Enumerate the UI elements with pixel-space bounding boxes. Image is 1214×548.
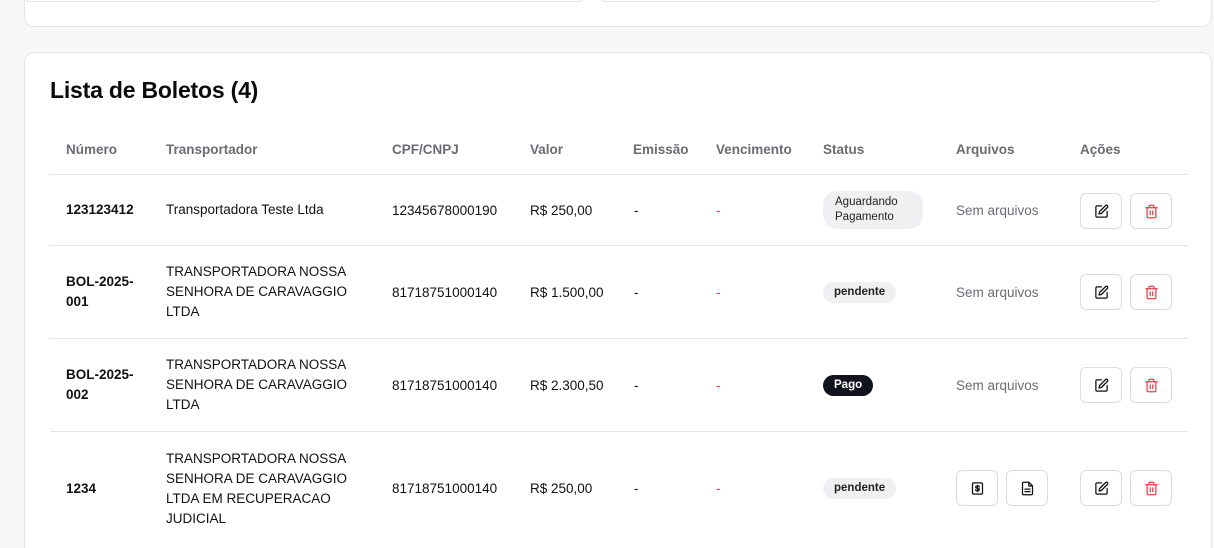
trash-icon [1144,204,1158,218]
document-icon [1021,481,1033,495]
row-vencimento: - [716,377,721,393]
row-emissao: - [634,481,639,496]
edit-button[interactable] [1080,470,1122,506]
row-emissao: - [634,202,639,218]
delete-button[interactable] [1130,470,1172,506]
row-emissao: - [634,284,639,300]
row-valor: R$ 250,00 [530,481,593,496]
boleto-file-button[interactable] [956,470,998,506]
col-acoes: Ações [1080,142,1121,157]
row-status-cell: Pago [823,339,874,431]
row-vencimento: - [716,481,721,496]
edit-button[interactable] [1080,367,1122,403]
row-numero: 1234 [66,480,97,496]
edit-icon [1094,285,1108,299]
row-emissao: - [634,377,639,393]
boletos-card: Lista de Boletos (4) Número Transportado… [24,52,1212,548]
col-cpf-cnpj: CPF/CNPJ [392,142,459,157]
document-file-button[interactable] [1006,470,1048,506]
filters-card [24,0,1212,27]
delete-button[interactable] [1130,193,1172,229]
col-status: Status [823,142,865,157]
table-row: 1234 TRANSPORTADORA NOSSA SENHORA DE CAR… [50,432,1188,545]
row-status-cell: pendente [823,432,897,545]
row-transportador: Transportadora Teste Ltda [166,202,324,217]
edit-button[interactable] [1080,193,1122,229]
page-title: Lista de Boletos (4) [50,77,259,103]
table-row: 123123412 Transportadora Teste Ltda 1234… [50,175,1188,246]
status-badge: Aguardando Pagamento [823,191,923,229]
edit-icon [1094,481,1108,495]
col-valor: Valor [530,142,564,157]
col-numero: Número [66,142,118,157]
table-row: BOL-2025-001 TRANSPORTADORA NOSSA SENHOR… [50,246,1188,339]
row-valor: R$ 2.300,50 [530,377,604,393]
trash-icon [1144,378,1158,392]
row-cnpj: 81718751000140 [392,284,498,300]
row-numero: 123123412 [66,202,134,217]
dollar-file-icon [971,481,983,495]
edit-icon [1094,378,1108,392]
row-arquivos: Sem arquivos [956,377,1039,393]
row-valor: R$ 250,00 [530,202,593,218]
row-numero: BOL-2025-001 [66,274,134,309]
row-transportador: TRANSPORTADORA NOSSA SENHORA DE CARAVAGG… [166,450,348,526]
trash-icon [1144,481,1158,495]
filter-input-right[interactable] [600,0,1162,2]
row-cnpj: 81718751000140 [392,377,498,393]
row-status-cell: pendente [823,246,897,338]
table-header: Número Transportador CPF/CNPJ Valor Emis… [50,135,1188,175]
col-arquivos: Arquivos [956,142,1015,157]
row-arquivos: Sem arquivos [956,202,1039,218]
status-badge: pendente [823,478,897,499]
col-transportador: Transportador [166,142,258,157]
row-valor: R$ 1.500,00 [530,284,604,300]
col-emissao: Emissão [633,142,689,157]
status-badge: Pago [823,374,874,396]
row-transportador: TRANSPORTADORA NOSSA SENHORA DE CARAVAGG… [166,264,348,319]
trash-icon [1144,285,1158,299]
table-row: BOL-2025-002 TRANSPORTADORA NOSSA SENHOR… [50,339,1188,432]
row-transportador: TRANSPORTADORA NOSSA SENHORA DE CARAVAGG… [166,357,348,412]
delete-button[interactable] [1130,367,1172,403]
row-numero: BOL-2025-002 [66,367,134,402]
row-cnpj: 12345678000190 [392,202,498,218]
row-vencimento: - [716,284,721,300]
edit-button[interactable] [1080,274,1122,310]
edit-icon [1094,204,1108,218]
filter-input-left[interactable] [24,0,584,2]
status-badge: pendente [823,281,897,303]
col-vencimento: Vencimento [716,142,792,157]
row-vencimento: - [716,202,721,218]
row-cnpj: 81718751000140 [392,481,498,496]
row-arquivos: Sem arquivos [956,284,1039,300]
row-status-cell: Aguardando Pagamento [823,175,923,245]
delete-button[interactable] [1130,274,1172,310]
